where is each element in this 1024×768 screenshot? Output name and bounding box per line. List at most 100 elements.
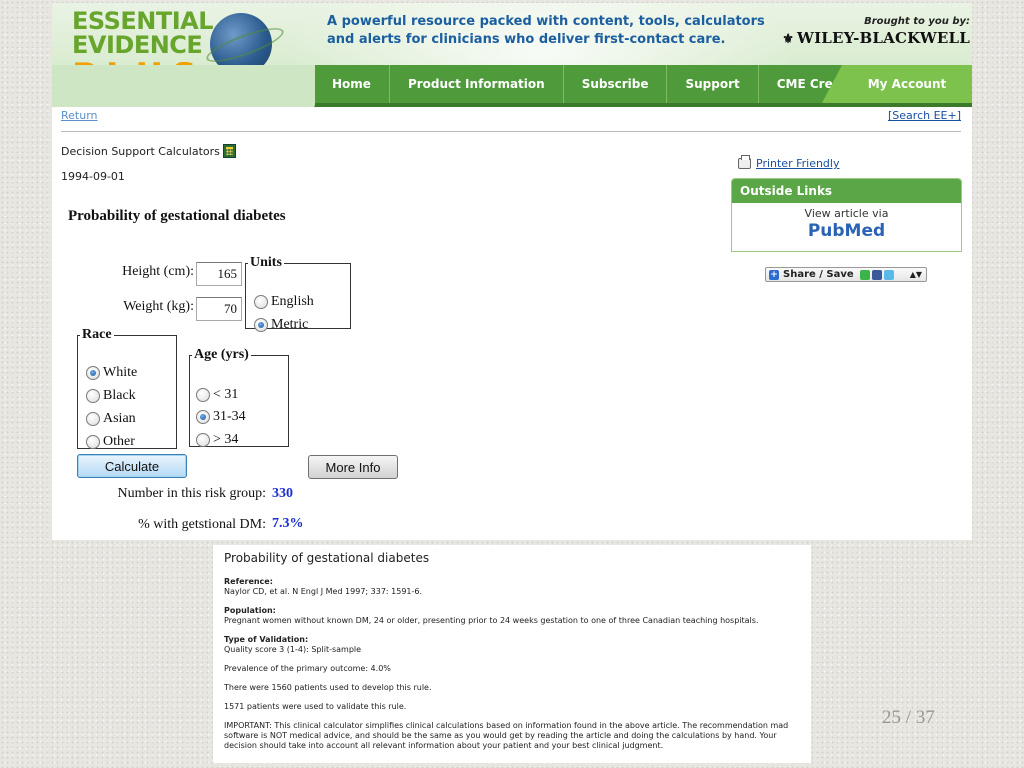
- return-link[interactable]: Return: [61, 109, 98, 122]
- age-fieldset: Age (yrs) < 31 31-34 > 34: [189, 347, 289, 447]
- height-label: Height (cm):: [122, 264, 194, 279]
- important-notice: IMPORTANT: This clinical calculator simp…: [224, 721, 811, 751]
- race-option-black[interactable]: Black: [86, 388, 136, 404]
- reference-section: Reference: Naylor CD, et al. N Engl J Me…: [224, 577, 811, 597]
- age-option-over-34[interactable]: > 34: [196, 432, 238, 448]
- slide-number: 25 / 37: [882, 707, 935, 729]
- race-asian-label: Asian: [103, 411, 136, 426]
- nav-support[interactable]: Support: [667, 65, 759, 103]
- age-option-31-34[interactable]: 31-34: [196, 409, 246, 425]
- important-line-2: software is NOT medical advice, and shou…: [224, 731, 777, 740]
- divider: [61, 131, 961, 132]
- radio-metric[interactable]: [254, 318, 268, 332]
- radio-black[interactable]: [86, 389, 100, 403]
- outside-links-title: Outside Links: [732, 179, 961, 203]
- risk-group-count-value: 330: [272, 486, 293, 501]
- age-31-34-label: 31-34: [213, 409, 246, 424]
- nav-product-information[interactable]: Product Information: [390, 65, 564, 103]
- calculate-button[interactable]: Calculate: [77, 454, 187, 478]
- validation-section: Type of Validation: Quality score 3 (1-4…: [224, 635, 811, 655]
- share-dropdown-icon: ▲▼: [909, 270, 922, 279]
- radio-white[interactable]: [86, 366, 100, 380]
- units-option-english[interactable]: English: [254, 294, 314, 310]
- search-link[interactable]: [Search EE+]: [888, 109, 961, 122]
- radio-31-34[interactable]: [196, 410, 210, 424]
- age-under-31-label: < 31: [213, 387, 239, 402]
- race-white-label: White: [103, 365, 138, 380]
- email-share-icon: [859, 269, 870, 280]
- site-banner: ESSENTIAL EVIDENCE PLUS A powerful resou…: [52, 3, 972, 113]
- reference-text: Naylor CD, et al. N Engl J Med 1997; 337…: [224, 587, 423, 596]
- validate-text: 1571 patients were used to validate this…: [224, 702, 407, 711]
- more-info-button[interactable]: More Info: [308, 455, 398, 479]
- height-input[interactable]: 165: [196, 262, 242, 286]
- logo-line-1: ESSENTIAL: [72, 7, 214, 35]
- pubmed-text-a: Pub: [807, 221, 845, 241]
- nav-items: Home Product Information Subscribe Suppo…: [314, 65, 876, 103]
- facebook-icon: [871, 269, 882, 280]
- sponsor-name: WILEY-BLACKWELL: [797, 29, 970, 47]
- slide-separator: /: [905, 707, 912, 728]
- race-option-other[interactable]: Other: [86, 434, 135, 450]
- race-option-white[interactable]: White: [86, 365, 137, 381]
- nav-left-spacer: [52, 65, 315, 107]
- age-legend: Age (yrs): [194, 347, 249, 362]
- wiley-mark-icon: ⚜: [782, 32, 795, 47]
- radio-english[interactable]: [254, 295, 268, 309]
- population-section: Population: Pregnant women without known…: [224, 606, 811, 626]
- pubmed-text-b: Med: [844, 221, 886, 241]
- printer-friendly-link[interactable]: Printer Friendly: [738, 155, 840, 170]
- share-save-label: Share / Save: [783, 269, 854, 280]
- tagline: A powerful resource packed with content,…: [327, 14, 765, 47]
- outside-links-panel: Outside Links View article via PubMed: [731, 178, 962, 252]
- printer-friendly-label: Printer Friendly: [756, 157, 840, 170]
- slide-total: 37: [915, 707, 935, 728]
- validation-text: Quality score 3 (1-4): Split-sample: [224, 645, 362, 654]
- population-heading: Population:: [224, 606, 276, 615]
- calculator-icon: [222, 144, 236, 158]
- calculator-screenshot: ESSENTIAL EVIDENCE PLUS A powerful resou…: [52, 3, 972, 540]
- percent-dm-value: 7.3%: [272, 516, 304, 531]
- radio-over-34[interactable]: [196, 433, 210, 447]
- logo-line-2: EVIDENCE: [72, 31, 203, 59]
- slide-current: 25: [882, 707, 901, 728]
- race-option-asian[interactable]: Asian: [86, 411, 136, 427]
- section-label-text: Decision Support Calculators: [61, 145, 220, 158]
- validation-heading: Type of Validation:: [224, 635, 309, 644]
- date-label: 1994-09-01: [61, 170, 125, 183]
- radio-asian[interactable]: [86, 412, 100, 426]
- percent-dm-label: % with getstional DM:: [138, 517, 266, 532]
- nav-subscribe[interactable]: Subscribe: [564, 65, 668, 103]
- important-line-1: IMPORTANT: This clinical calculator simp…: [224, 721, 789, 730]
- race-black-label: Black: [103, 388, 136, 403]
- pubmed-link[interactable]: PubMed: [732, 221, 961, 241]
- race-legend: Race: [82, 327, 112, 342]
- weight-label: Weight (kg):: [123, 299, 194, 314]
- radio-under-31[interactable]: [196, 388, 210, 402]
- race-fieldset: Race White Black Asian Other: [77, 327, 177, 449]
- reference-title: Probability of gestational diabetes: [224, 551, 430, 565]
- develop-text: There were 1560 patients used to develop…: [224, 683, 432, 692]
- reference-document: Probability of gestational diabetes Refe…: [213, 545, 811, 763]
- brought-by-label: Brought to you by:: [864, 16, 970, 27]
- view-article-label: View article via: [804, 207, 889, 220]
- share-save-button[interactable]: + Share / Save ▲▼: [765, 267, 927, 282]
- risk-group-count-label: Number in this risk group:: [117, 486, 266, 501]
- units-legend: Units: [250, 255, 282, 270]
- main-nav: Home Product Information Subscribe Suppo…: [52, 65, 972, 107]
- units-fieldset: Units English Metric: [245, 255, 351, 332]
- radio-other[interactable]: [86, 435, 100, 449]
- nav-home[interactable]: Home: [314, 65, 390, 103]
- calculator-title: Probability of gestational diabetes: [68, 208, 286, 224]
- nav-my-account[interactable]: My Account: [822, 65, 972, 103]
- reference-heading: Reference:: [224, 577, 273, 586]
- age-option-under-31[interactable]: < 31: [196, 387, 238, 403]
- prevalence-text: Prevalence of the primary outcome: 4.0%: [224, 664, 391, 673]
- section-label: Decision Support Calculators: [61, 144, 236, 158]
- weight-input[interactable]: 70: [196, 297, 242, 321]
- population-text: Pregnant women without known DM, 24 or o…: [224, 616, 759, 625]
- sponsor-logo[interactable]: ⚜ WILEY-BLACKWELL: [782, 29, 970, 47]
- printer-icon: [738, 155, 751, 169]
- units-english-label: English: [271, 294, 314, 309]
- units-option-metric[interactable]: Metric: [254, 317, 308, 333]
